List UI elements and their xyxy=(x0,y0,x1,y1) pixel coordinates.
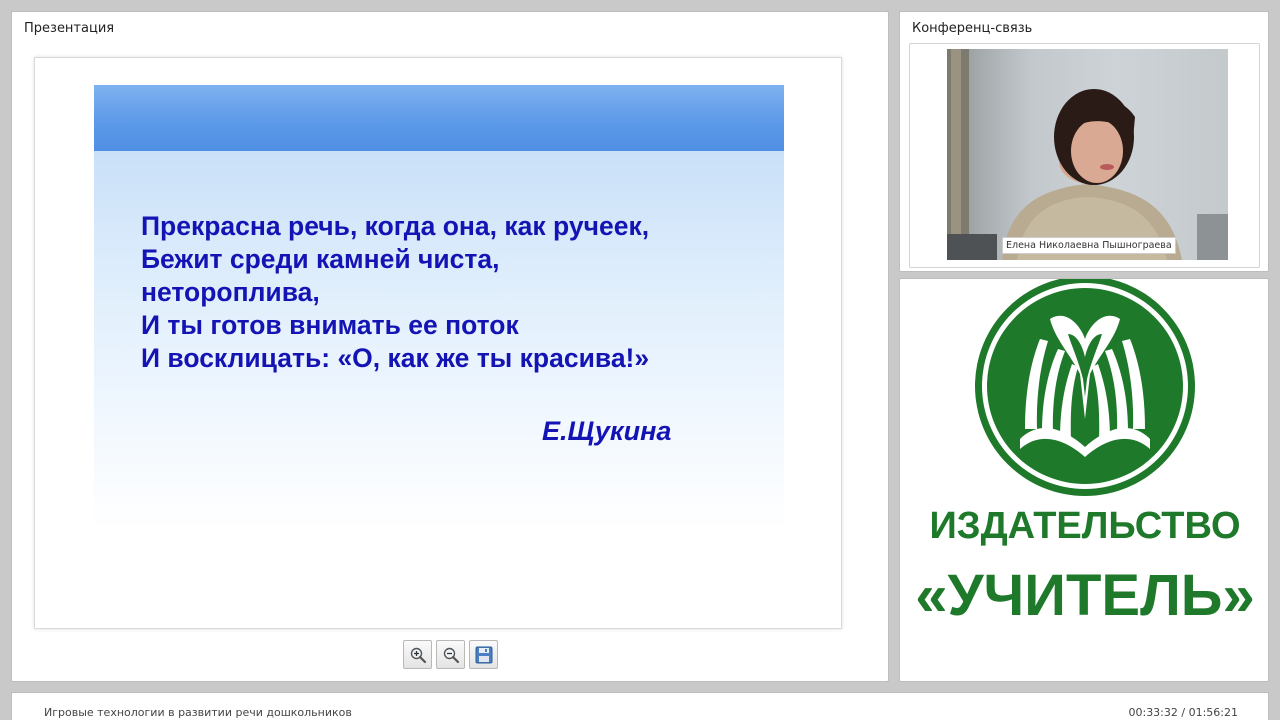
slide: Прекрасна речь, когда она, как ручеек, Б… xyxy=(94,85,784,530)
slide-poem: Прекрасна речь, когда она, как ручеек, Б… xyxy=(141,210,771,375)
course-title: Игровые технологии в развитии речи дошко… xyxy=(44,706,352,719)
video-frame: Елена Николаевна Пышнограева xyxy=(909,43,1260,268)
publisher-name-line2: «УЧИТЕЛЬ» xyxy=(915,563,1255,628)
publisher-emblem-icon xyxy=(975,279,1195,496)
poem-line: нетороплива, xyxy=(141,277,320,307)
slide-author: Е.Щукина xyxy=(542,416,672,446)
conference-panel: Конференц-связь Елена Николаевна Пышногр… xyxy=(899,11,1269,272)
participant-portrait xyxy=(947,49,1228,260)
participant-video[interactable]: Елена Николаевна Пышнограева xyxy=(947,49,1228,260)
floppy-disk-icon xyxy=(475,646,493,664)
poem-line: И восклицать: «О, как же ты красива!» xyxy=(141,343,650,373)
slide-viewer: Прекрасна речь, когда она, как ручеек, Б… xyxy=(34,57,842,629)
presentation-panel-title: Презентация xyxy=(24,21,115,36)
publisher-name-line1: ИЗДАТЕЛЬСТВО xyxy=(929,505,1241,547)
conference-panel-title: Конференц-связь xyxy=(912,21,1033,36)
zoom-in-icon xyxy=(410,647,427,664)
slide-header-band xyxy=(94,85,784,151)
poem-line: Бежит среди камней чиста, xyxy=(141,244,500,274)
poem-line: И ты готов внимать ее поток xyxy=(141,310,519,340)
presentation-panel: Презентация Прекрасна речь, когда она, к… xyxy=(11,11,889,682)
save-button[interactable] xyxy=(469,640,498,669)
playback-time: 00:33:32 / 01:56:21 xyxy=(1128,706,1238,719)
poem-line: Прекрасна речь, когда она, как ручеек, xyxy=(141,211,650,241)
zoom-out-button[interactable] xyxy=(436,640,465,669)
publisher-logo-panel: ИЗДАТЕЛЬСТВО «УЧИТЕЛЬ» xyxy=(899,278,1269,682)
participant-name-label: Елена Николаевна Пышнограева xyxy=(1002,237,1176,254)
zoom-out-icon xyxy=(443,647,460,664)
status-bar: Игровые технологии в развитии речи дошко… xyxy=(11,692,1269,720)
presentation-toolbar xyxy=(403,640,503,670)
zoom-in-button[interactable] xyxy=(403,640,432,669)
